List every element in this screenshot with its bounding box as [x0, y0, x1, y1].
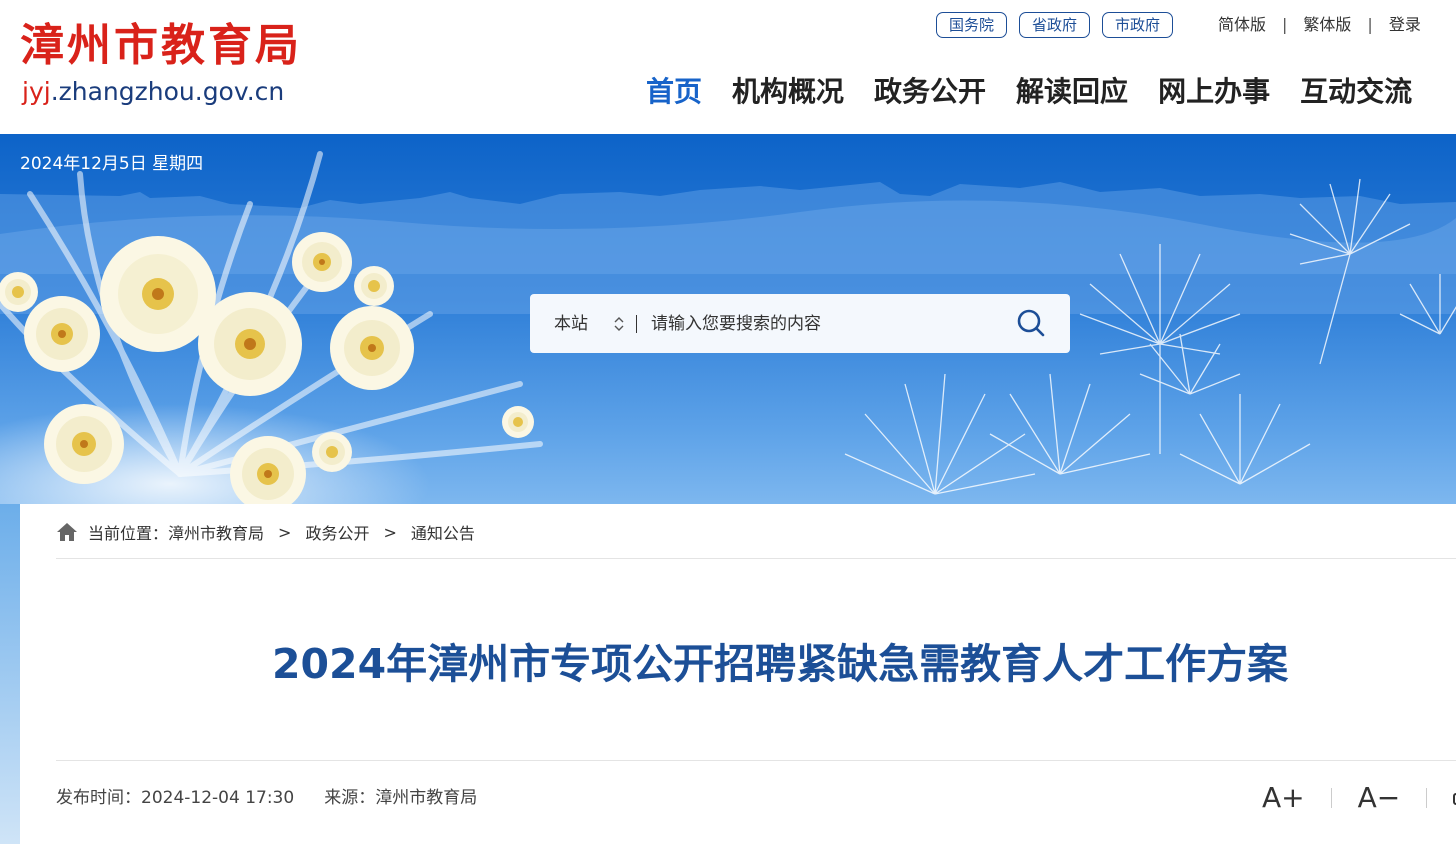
nav-interaction[interactable]: 互动交流: [1300, 72, 1412, 112]
left-decorative-strip: [0, 504, 20, 844]
breadcrumb-separator: >: [383, 522, 397, 542]
decrease-font-button[interactable]: A−: [1358, 780, 1401, 816]
login-link[interactable]: 登录: [1389, 12, 1421, 38]
main-nav: 首页 机构概况 政务公开 解读回应 网上办事 互动交流: [646, 72, 1412, 112]
search-scope-select[interactable]: 本站: [554, 312, 588, 336]
breadcrumb-item-notices[interactable]: 通知公告: [411, 520, 475, 544]
util-separator: |: [1282, 15, 1288, 34]
increase-font-button[interactable]: A+: [1262, 780, 1305, 816]
breadcrumb-item-bureau[interactable]: 漳州市教育局: [168, 520, 264, 544]
simplified-link[interactable]: 简体版: [1218, 12, 1266, 38]
current-date: 2024年12月5日 星期四: [20, 154, 204, 174]
traditional-link[interactable]: 繁体版: [1303, 12, 1351, 38]
search-divider: [636, 314, 637, 333]
search-bar: 本站: [530, 294, 1070, 353]
nav-organization[interactable]: 机构概况: [732, 72, 844, 112]
article-meta: 发布时间： 2024-12-04 17:30 来源： 漳州市教育局: [56, 786, 477, 810]
tool-separator: [1330, 788, 1332, 808]
banner: 2024年12月5日 星期四 本站: [0, 134, 1456, 504]
article-title: 2024年漳州市专项公开招聘紧缺急需教育人才工作方案: [272, 640, 1289, 688]
sort-arrows-icon[interactable]: [614, 315, 624, 333]
site-logo-title[interactable]: 漳州市教育局: [20, 18, 302, 74]
util-separator: |: [1367, 15, 1373, 34]
meta-divider: [56, 760, 1456, 761]
article-panel: 当前位置： 漳州市教育局 > 政务公开 > 通知公告 2024年漳州市专项公开招…: [20, 504, 1456, 844]
nav-online-services[interactable]: 网上办事: [1158, 72, 1270, 112]
search-icon[interactable]: [1016, 308, 1046, 338]
site-url-prefix: jyj: [22, 77, 51, 106]
gov-link-city[interactable]: 市政府: [1102, 12, 1174, 38]
breadcrumb-item-gov-affairs[interactable]: 政务公开: [305, 520, 369, 544]
breadcrumb-divider: [56, 558, 1456, 559]
utility-links: 简体版 | 繁体版 | 登录: [1218, 12, 1421, 38]
gov-link-province[interactable]: 省政府: [1019, 12, 1091, 38]
breadcrumb-prefix: 当前位置：: [88, 524, 169, 543]
breadcrumb: 当前位置： 漳州市教育局 > 政务公开 > 通知公告: [56, 520, 475, 544]
gov-links: 国务院 省政府 市政府: [936, 12, 1174, 38]
source-value: 漳州市教育局: [375, 788, 478, 808]
breadcrumb-separator: >: [278, 522, 292, 542]
source-label: 来源：: [324, 788, 376, 808]
publish-time-label: 发布时间：: [56, 788, 141, 808]
gov-link-state-council[interactable]: 国务院: [936, 12, 1008, 38]
site-logo-url[interactable]: jyj.zhangzhou.gov.cn: [22, 76, 284, 108]
font-size-tools: A+ A−: [1262, 780, 1456, 816]
nav-gov-affairs[interactable]: 政务公开: [874, 72, 986, 112]
search-input[interactable]: [651, 313, 991, 334]
home-icon[interactable]: [56, 522, 78, 542]
site-header: 漳州市教育局 jyj.zhangzhou.gov.cn 国务院 省政府 市政府 …: [0, 0, 1456, 134]
tool-separator: [1426, 788, 1428, 808]
site-url-domain: .zhangzhou.gov.cn: [50, 77, 285, 106]
nav-home[interactable]: 首页: [646, 72, 702, 112]
nav-interpretation[interactable]: 解读回应: [1016, 72, 1128, 112]
publish-time: 2024-12-04 17:30: [141, 788, 295, 808]
